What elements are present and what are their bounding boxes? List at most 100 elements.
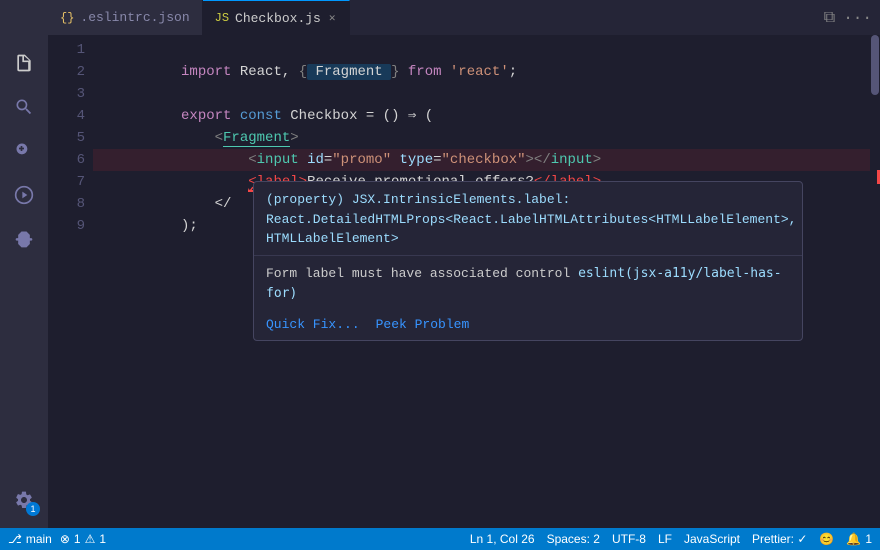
token-checkbox-decl: Checkbox = () ⇒ (: [282, 108, 433, 124]
tab-checkbox[interactable]: JS Checkbox.js ✕: [203, 0, 351, 35]
code-line-3: export const Checkbox = () ⇒ (: [93, 83, 870, 105]
status-left: ⎇ main ⊗ 1 ⚠ 1: [8, 532, 106, 546]
status-position[interactable]: Ln 1, Col 26: [470, 532, 535, 546]
spaces-text: Spaces: 2: [547, 532, 600, 546]
line-num-2: 2: [56, 61, 85, 83]
line-numbers: 1 2 3 4 5 6 7 8 9: [48, 35, 93, 528]
token-gt4: >: [290, 130, 298, 146]
sidebar-icon-search[interactable]: [4, 87, 44, 127]
sidebar-icon-extensions[interactable]: [4, 219, 44, 259]
status-bell[interactable]: 🔔 1: [846, 532, 872, 546]
token-input-tag: input: [257, 152, 299, 168]
tabs-area: {} .eslintrc.json JS Checkbox.js ✕ ⧉ ···: [48, 0, 880, 35]
code-container: 1 2 3 4 5 6 7 8 9 import React, { Fragme…: [48, 35, 880, 528]
code-content[interactable]: import React, { Fragment } from 'react';…: [93, 35, 870, 528]
token-close5: ></: [526, 152, 551, 168]
token-lt5: <: [248, 152, 256, 168]
line-num-8: 8: [56, 193, 85, 215]
status-errors[interactable]: ⊗ 1 ⚠ 1: [60, 532, 106, 546]
main-area: 1 1 2 3 4 5 6 7 8 9 import React, { F: [0, 35, 880, 528]
status-spaces[interactable]: Spaces: 2: [547, 532, 600, 546]
sidebar-icon-source-control[interactable]: [4, 131, 44, 171]
token-sp5b: [391, 152, 399, 168]
token-semi: ;: [509, 64, 517, 80]
token-fragment-tag: Fragment: [223, 130, 290, 147]
status-encoding[interactable]: UTF-8: [612, 532, 646, 546]
tooltip-body-text: Form label must have associated control: [266, 266, 570, 281]
sidebar-icon-settings[interactable]: 1: [4, 480, 44, 520]
token-closing8: );: [181, 218, 198, 234]
token-export: export: [181, 108, 231, 124]
tooltip-footer: Quick Fix... Peek Problem: [254, 313, 802, 340]
peek-problem-link[interactable]: Peek Problem: [376, 317, 470, 332]
token-from: from: [408, 64, 442, 80]
tab-eslintrc[interactable]: {} .eslintrc.json: [48, 0, 203, 35]
js-file-icon: JS: [215, 11, 229, 25]
status-emoji[interactable]: 😊: [819, 532, 834, 546]
quick-fix-link[interactable]: Quick Fix...: [266, 317, 360, 332]
token-checkbox-val: "checkbox": [442, 152, 526, 168]
token-gt5: >: [593, 152, 601, 168]
line-num-7: 7: [56, 171, 85, 193]
tab-checkbox-label: Checkbox.js: [235, 11, 321, 26]
warning-count: 1: [99, 532, 106, 546]
scrollbar[interactable]: [870, 35, 880, 528]
token-type-attr: type: [400, 152, 434, 168]
error-icon: ⊗: [60, 532, 70, 546]
tooltip-popup: (property) JSX.IntrinsicElements.label: …: [253, 181, 803, 341]
status-lineending[interactable]: LF: [658, 532, 672, 546]
token-fragment: Fragment: [307, 64, 391, 80]
scrollbar-thumb: [871, 35, 879, 95]
token-space: [399, 64, 407, 80]
token-space3: [231, 108, 239, 124]
line-num-5: 5: [56, 127, 85, 149]
tab-eslintrc-label: .eslintrc.json: [80, 10, 189, 25]
settings-badge: 1: [26, 502, 40, 516]
emoji-icon: 😊: [819, 532, 834, 546]
branch-name: main: [26, 532, 52, 546]
token-sp5: [299, 152, 307, 168]
token-brace-open: {: [299, 64, 307, 80]
token-const: const: [240, 108, 282, 124]
editor-area: 1 2 3 4 5 6 7 8 9 import React, { Fragme…: [48, 35, 880, 528]
title-bar: {} .eslintrc.json JS Checkbox.js ✕ ⧉ ···: [0, 0, 880, 35]
status-right: Ln 1, Col 26 Spaces: 2 UTF-8 LF JavaScri…: [470, 532, 872, 546]
status-language[interactable]: JavaScript: [684, 532, 740, 546]
bell-icon: 🔔: [846, 532, 861, 546]
status-bar: ⎇ main ⊗ 1 ⚠ 1 Ln 1, Col 26 Spaces: 2 UT…: [0, 528, 880, 550]
branch-icon: ⎇: [8, 532, 22, 546]
line-num-6: 6: [56, 149, 85, 171]
token-react-str: 'react': [450, 64, 509, 80]
tooltip-header: (property) JSX.IntrinsicElements.label: …: [254, 182, 802, 256]
line-num-3: 3: [56, 83, 85, 105]
split-editor-icon[interactable]: ⧉: [824, 9, 835, 27]
token-id-attr: id: [307, 152, 324, 168]
sidebar-icon-debug[interactable]: [4, 175, 44, 215]
token-plain: React,: [231, 64, 298, 80]
token-indent6: [181, 174, 248, 190]
sidebar-icon-files[interactable]: [4, 43, 44, 83]
line-num-9: 9: [56, 215, 85, 237]
token-indent4: [181, 130, 215, 146]
token-space2: [442, 64, 450, 80]
lineending-text: LF: [658, 532, 672, 546]
title-activity-bar: [0, 0, 48, 35]
bell-count: 1: [865, 532, 872, 546]
tooltip-header-text: (property) JSX.IntrinsicElements.label: …: [266, 192, 797, 246]
token-indent5: [181, 152, 248, 168]
code-line-1: import React, { Fragment } from 'react';: [93, 39, 870, 61]
warning-icon: ⚠: [85, 532, 96, 546]
sidebar-bottom: 1: [4, 480, 44, 528]
status-prettier[interactable]: Prettier: ✓: [752, 532, 807, 546]
token-lt4: <: [215, 130, 223, 146]
prettier-text: Prettier: ✓: [752, 532, 807, 546]
error-count: 1: [74, 532, 81, 546]
tab-close-button[interactable]: ✕: [327, 10, 338, 26]
token-import: import: [181, 64, 231, 80]
status-branch[interactable]: ⎇ main: [8, 532, 52, 546]
language-text: JavaScript: [684, 532, 740, 546]
more-actions-icon[interactable]: ···: [843, 9, 872, 27]
token-indent7: </: [181, 196, 231, 212]
line-num-1: 1: [56, 39, 85, 61]
json-file-icon: {}: [60, 11, 74, 25]
